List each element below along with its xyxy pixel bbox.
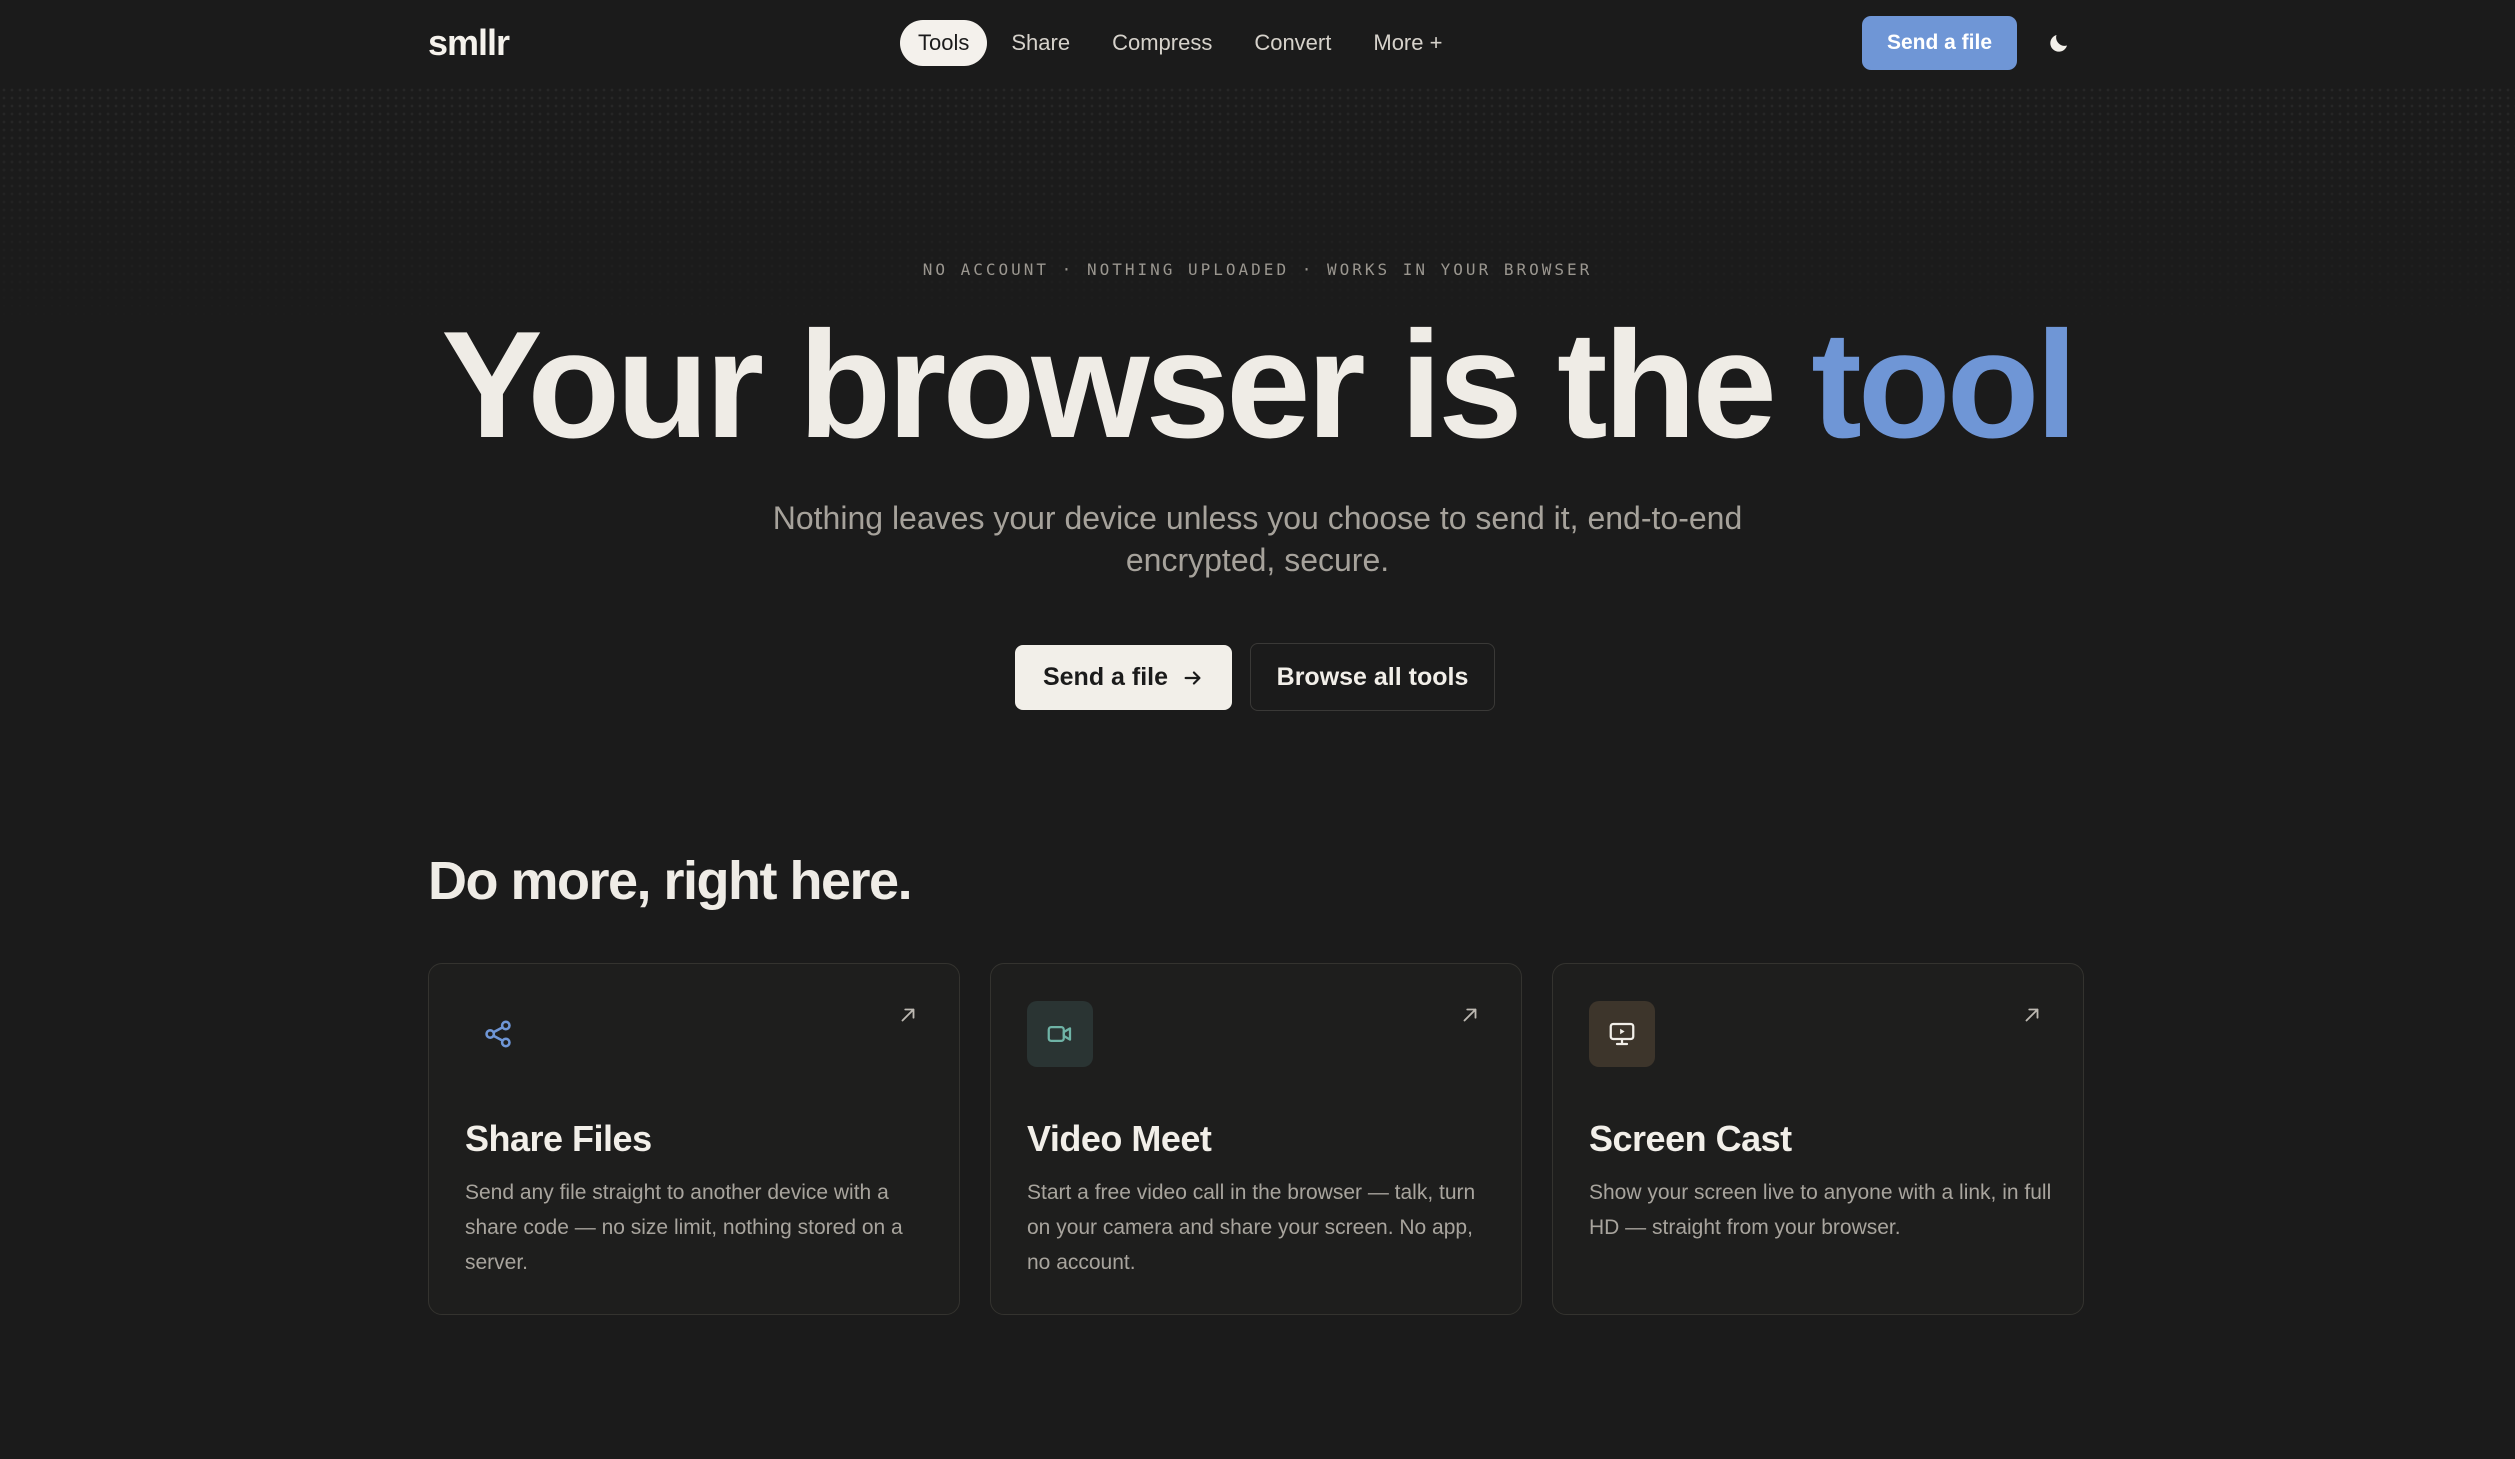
arrow-right-icon (1184, 670, 1201, 685)
external-arrow-icon (2025, 1008, 2039, 1022)
top-navbar: smllr Tools Share Compress Convert More … (0, 0, 2515, 86)
card-title: Video Meet (1027, 1118, 1212, 1159)
hero-send-file-button[interactable]: Send a file (1015, 645, 1232, 710)
main-nav: Tools Share Compress Convert More + (900, 19, 1460, 67)
hero-headline: Your browser is the tool (0, 305, 2515, 465)
headline-main-text: Your browser is the (441, 300, 1812, 470)
card-description: Show your screen live to anyone with a l… (1589, 1181, 2052, 1239)
theme-toggle-button[interactable] (2044, 28, 2074, 58)
card-description: Send any file straight to another device… (465, 1181, 903, 1274)
external-arrow-icon (901, 1008, 915, 1022)
tool-card-video-meet[interactable]: Video Meet Start a free video call in th… (990, 963, 1522, 1315)
hero-send-file-label: Send a file (1042, 663, 1169, 691)
nav-item-more[interactable]: More + (1355, 20, 1460, 66)
header-send-file-button[interactable]: Send a file (1862, 16, 2017, 70)
logo[interactable]: smllr (428, 22, 510, 64)
browse-all-tools-button[interactable]: Browse all tools (1250, 643, 1495, 711)
card-title: Screen Cast (1589, 1118, 1792, 1159)
nav-item-compress[interactable]: Compress (1094, 20, 1230, 66)
nav-item-convert[interactable]: Convert (1236, 20, 1349, 66)
share-icon (465, 1001, 531, 1067)
moon-icon (2050, 35, 2067, 52)
video-camera-icon (1027, 1001, 1093, 1067)
nav-item-share[interactable]: Share (993, 20, 1088, 66)
card-description: Start a free video call in the browser —… (1027, 1181, 1476, 1274)
hero-subheading: Nothing leaves your device unless you ch… (772, 500, 1743, 578)
tool-card-screen-cast[interactable]: Screen Cast Show your screen live to any… (1552, 963, 2084, 1315)
section-title: Do more, right here. (428, 851, 913, 911)
page: smllr Tools Share Compress Convert More … (0, 0, 2515, 1459)
tool-card-share-files[interactable]: Share Files Send any file straight to an… (428, 963, 960, 1315)
headline-accent-text: tool (1811, 300, 2078, 470)
nav-item-tools[interactable]: Tools (900, 20, 988, 66)
external-arrow-icon (1463, 1008, 1477, 1022)
card-title: Share Files (465, 1118, 652, 1159)
screen-cast-icon (1589, 1001, 1655, 1067)
hero-eyebrow: NO ACCOUNT · NOTHING UPLOADED · WORKS IN… (922, 260, 1593, 279)
